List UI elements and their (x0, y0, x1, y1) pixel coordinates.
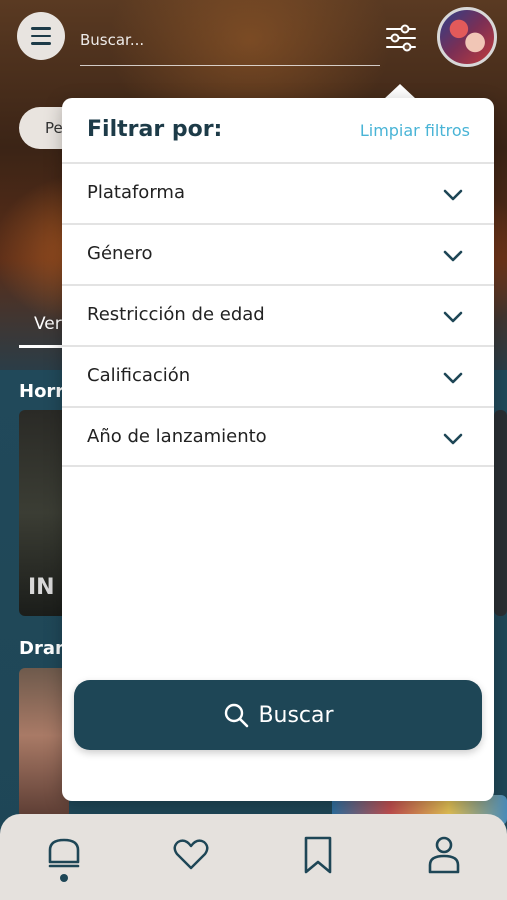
menu-icon (31, 34, 51, 38)
filter-release-year[interactable]: Año de lanzamiento (62, 406, 494, 467)
movie-card-title: IN (28, 575, 55, 600)
chevron-down-icon (443, 372, 463, 384)
filter-label: Restricción de edad (87, 304, 265, 325)
nav-profile[interactable] (422, 832, 466, 882)
menu-icon (31, 27, 51, 30)
search-field[interactable] (80, 24, 380, 66)
search-button-label: Buscar (258, 702, 334, 728)
bookmark-icon (304, 836, 332, 874)
filter-age-restriction[interactable]: Restricción de edad (62, 284, 494, 345)
filter-platform[interactable]: Plataforma (62, 162, 494, 223)
filter-label: Plataforma (87, 182, 185, 203)
nav-saved[interactable] (296, 832, 340, 882)
chevron-down-icon (443, 189, 463, 201)
chevron-down-icon (443, 311, 463, 323)
search-button[interactable]: Buscar (74, 680, 482, 750)
section-tab[interactable]: Ver (34, 314, 62, 334)
avatar[interactable] (437, 7, 497, 67)
bottom-navigation (0, 814, 507, 900)
search-icon (225, 703, 249, 728)
filter-genre[interactable]: Género (62, 223, 494, 284)
chevron-down-icon (443, 433, 463, 445)
filter-label: Año de lanzamiento (87, 426, 267, 447)
menu-button[interactable] (17, 12, 65, 60)
filter-label: Calificación (87, 365, 191, 386)
search-input[interactable] (80, 24, 380, 56)
nav-favorites[interactable] (169, 832, 213, 882)
menu-icon (31, 42, 51, 45)
filter-button[interactable] (383, 20, 419, 56)
panel-pointer (384, 84, 416, 99)
sliders-icon (386, 24, 416, 52)
heart-icon (173, 839, 209, 870)
home-icon (48, 838, 80, 868)
filter-list: Plataforma Género Restricción de edad Ca… (62, 162, 494, 467)
filter-rating[interactable]: Calificación (62, 345, 494, 406)
movie-card[interactable] (494, 410, 507, 616)
section-title-horror: Horr (19, 381, 65, 402)
filter-label: Género (87, 243, 153, 264)
filter-panel-title: Filtrar por: (87, 117, 223, 142)
clear-filters-link[interactable]: Limpiar filtros (360, 121, 470, 140)
user-icon (428, 836, 460, 874)
active-indicator (60, 874, 68, 882)
chevron-down-icon (443, 250, 463, 262)
filter-panel: Filtrar por: Limpiar filtros Plataforma … (62, 98, 494, 801)
filter-panel-header: Filtrar por: Limpiar filtros (62, 98, 494, 162)
